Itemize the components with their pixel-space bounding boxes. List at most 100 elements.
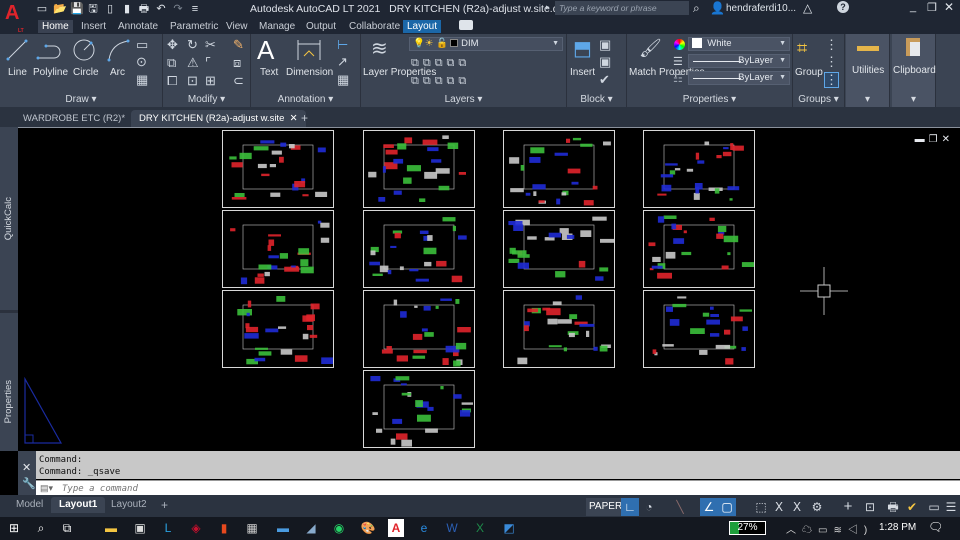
whatsapp-icon[interactable]: ◉	[331, 519, 347, 537]
edit-block-icon[interactable]: ▣	[599, 55, 611, 69]
layout-sheet[interactable]	[363, 210, 475, 288]
rotate-icon[interactable]: ↻	[187, 38, 198, 52]
insert-icon[interactable]: ⬒	[573, 38, 592, 60]
ungroup-icon[interactable]: ⋮	[825, 38, 838, 52]
color-dropdown[interactable]: White ▼	[688, 37, 790, 51]
calculator-icon[interactable]: ▦	[244, 519, 260, 537]
rectangle-icon[interactable]: ▭	[136, 38, 148, 52]
autodesk-app-icon[interactable]: △	[803, 1, 812, 15]
restore-icon[interactable]: ❐	[927, 1, 937, 14]
tab-collaborate[interactable]: Collaborate	[345, 20, 404, 33]
layers-panel-title[interactable]: Layers ▾	[361, 94, 566, 105]
layer-dropdown[interactable]: 💡☀ 🔓 DIM ▼	[409, 37, 563, 51]
layer-tools-row1-icon[interactable]: ⧉⧉⧉⧉⧉	[411, 56, 501, 70]
image-viewer-icon[interactable]: ◩	[501, 519, 517, 537]
undo-icon[interactable]: ↶	[155, 3, 167, 15]
open-web-icon[interactable]: ▯	[104, 3, 116, 15]
group-icon[interactable]: ⌗	[797, 38, 807, 58]
tab-layout[interactable]: Layout	[403, 20, 442, 33]
polyline-tool[interactable]: Polyline	[33, 67, 68, 78]
circle-icon[interactable]	[72, 38, 96, 62]
hatch-icon[interactable]: ▦	[136, 73, 148, 87]
help-icon[interactable]: ?	[837, 1, 849, 13]
tab-manage[interactable]: Manage	[255, 20, 299, 33]
explode-icon[interactable]: ⧈	[233, 56, 241, 70]
customize-status-icon[interactable]: ☰	[942, 498, 960, 516]
properties-palette[interactable]: Properties	[3, 380, 14, 423]
layer-properties-button[interactable]: Layer Properties	[363, 67, 436, 78]
office-icon[interactable]: ▮	[216, 519, 232, 537]
task-view-icon[interactable]: ⧉	[59, 519, 75, 537]
annotation-scale-icon[interactable]: Ⅹ	[788, 498, 806, 516]
edge-icon[interactable]: e	[416, 519, 432, 537]
table-icon[interactable]: ▦	[337, 73, 349, 87]
plot-icon[interactable]: 🖶	[138, 3, 150, 15]
scale-icon[interactable]: ⊡	[187, 74, 198, 88]
offset-icon[interactable]: ⊂	[233, 74, 244, 88]
line-tool[interactable]: Line	[8, 67, 27, 78]
utilities-expand[interactable]: ▾	[846, 94, 889, 105]
linear-dim-icon[interactable]: ⊢	[337, 38, 348, 52]
properties-panel-title[interactable]: Properties ▾	[627, 94, 792, 105]
workspace-gear-icon[interactable]: ⚙	[808, 498, 826, 516]
create-block-icon[interactable]: ▣	[599, 38, 611, 52]
layout-sheet[interactable]	[503, 130, 615, 208]
system-tray-icons[interactable]: ︿☁▭≋◁)	[786, 521, 873, 536]
match-properties-button[interactable]: Match Properties	[629, 67, 705, 78]
notifications-icon[interactable]: 🗨	[928, 520, 943, 534]
layout-sheet[interactable]	[503, 210, 615, 288]
plot-status-icon[interactable]: 🖶	[884, 498, 902, 516]
excel-icon[interactable]: X	[472, 519, 488, 537]
snap-grid-icon[interactable]: ∟	[621, 498, 639, 516]
save-icon[interactable]: 💾	[70, 3, 84, 15]
layer-tools-row2-icon[interactable]: ⧉⧉⧉⧉⧉	[411, 74, 501, 88]
layout-sheet[interactable]	[363, 290, 475, 368]
draw-panel-title[interactable]: Draw ▾	[0, 94, 162, 105]
mcafee-icon[interactable]: ◈	[188, 519, 204, 537]
layout-sheet[interactable]	[643, 290, 755, 368]
tab-parametric[interactable]: Parametric	[166, 20, 222, 33]
block-attribute-icon[interactable]: ✔	[599, 73, 610, 87]
tab-view[interactable]: View	[222, 20, 252, 33]
layout-tab-model[interactable]: Model	[8, 497, 51, 513]
drawing-canvas[interactable]: ▬❐✕	[18, 127, 960, 451]
cad-standards-icon[interactable]: ✔	[903, 498, 921, 516]
match-properties-icon[interactable]: 🖌	[639, 38, 662, 58]
redo-icon[interactable]: ↷	[172, 3, 184, 15]
dimension-icon[interactable]	[296, 38, 322, 62]
customize-command-icon[interactable]: 🔧	[22, 477, 36, 490]
save-web-icon[interactable]: ▮	[121, 3, 133, 15]
app-logo[interactable]: A LT	[5, 3, 24, 34]
layout-sheet[interactable]	[503, 290, 615, 368]
text-tool[interactable]: Text	[260, 67, 278, 78]
layout-tab-layout2[interactable]: Layout2	[103, 497, 155, 513]
utilities-panel[interactable]: Utilities ▾	[846, 34, 890, 107]
autocad-taskbar-icon[interactable]: A	[388, 519, 404, 537]
customize-qat-icon[interactable]: ≡	[189, 3, 201, 15]
new-tab-button[interactable]: +	[293, 110, 316, 127]
fillet-icon[interactable]: ⌜	[205, 56, 211, 70]
file-explorer-icon[interactable]: ▬	[103, 519, 119, 537]
dimension-tool[interactable]: Dimension	[286, 67, 333, 78]
ellipse-icon[interactable]: ⊙	[136, 55, 147, 69]
block-panel-title[interactable]: Block ▾	[567, 94, 626, 105]
polyline-icon[interactable]	[36, 42, 62, 60]
line-icon[interactable]	[6, 39, 28, 61]
layout-tab-layout1[interactable]: Layout1	[51, 497, 106, 513]
group-button[interactable]: Group	[795, 67, 823, 78]
store-icon[interactable]: ▣	[132, 519, 148, 537]
l-app-icon[interactable]: L	[160, 519, 176, 537]
layout-sheet[interactable]	[643, 130, 755, 208]
close-command-icon[interactable]: ✕	[22, 461, 31, 474]
taskbar-search-icon[interactable]: ⌕	[33, 519, 49, 537]
close-icon[interactable]: ✕	[944, 0, 954, 14]
layout-sheet[interactable]	[222, 130, 334, 208]
text-icon[interactable]: A	[257, 36, 274, 64]
tab-insert[interactable]: Insert	[77, 20, 110, 33]
new-icon[interactable]: ▭	[36, 3, 48, 15]
command-input[interactable]	[62, 482, 942, 495]
mirror-icon[interactable]: ⚠	[187, 56, 199, 70]
command-recent-icon[interactable]: ▤▾	[40, 483, 53, 494]
layer-properties-icon[interactable]: ≋	[371, 38, 388, 60]
minimize-icon[interactable]: _	[910, 1, 916, 13]
